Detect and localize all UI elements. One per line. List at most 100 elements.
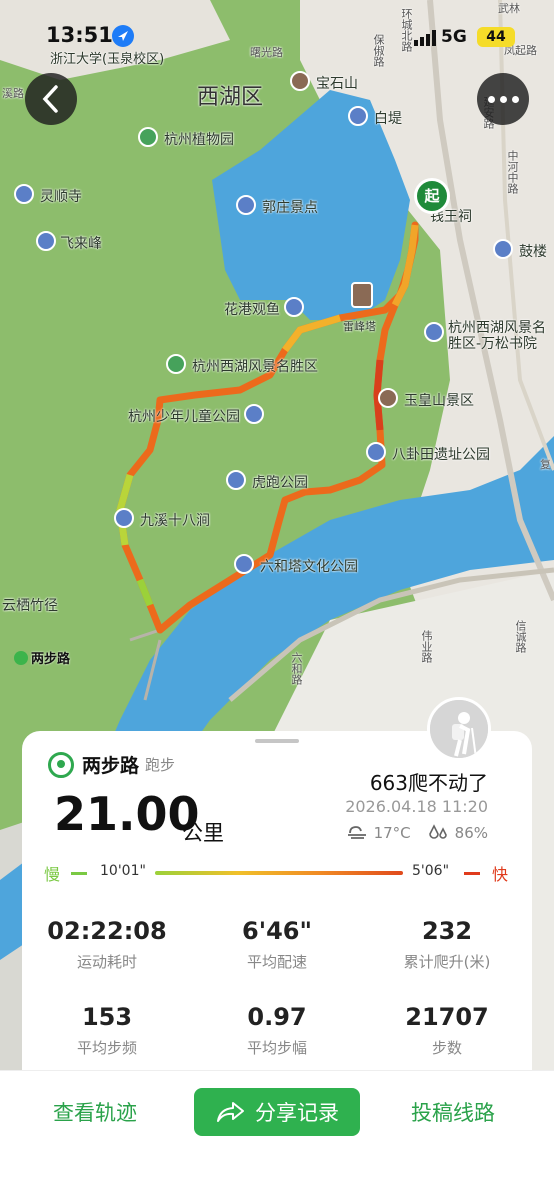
hiker-icon	[430, 700, 488, 758]
fog-icon	[347, 826, 366, 839]
poi-icon	[284, 297, 304, 317]
bottom-action-bar: 查看轨迹 分享记录 投稿线路	[0, 1070, 554, 1199]
slow-pace: 10'01"	[100, 863, 146, 879]
stat-value: 6'46"	[242, 917, 312, 945]
map-label-baidi: 白堤	[374, 111, 402, 127]
road-label: 复	[540, 458, 551, 471]
park-icon	[138, 127, 158, 147]
chevron-left-icon	[42, 85, 58, 113]
pagoda-icon	[351, 282, 373, 308]
location-icon	[112, 25, 134, 47]
share-button-label: 分享记录	[255, 1101, 339, 1125]
network-type: 5G	[441, 27, 467, 47]
stat-value: 232	[421, 917, 473, 945]
weather: 17°C 86%	[346, 824, 488, 842]
poi-icon	[348, 106, 368, 126]
fast-pace: 5'06"	[412, 863, 450, 879]
back-button[interactable]	[25, 73, 77, 125]
slow-color-swatch	[71, 872, 87, 875]
more-icon	[487, 95, 519, 103]
map-label-bagua: 八卦田遗址公园	[392, 447, 490, 463]
more-button[interactable]	[477, 73, 529, 125]
road-label: 六和路	[290, 652, 303, 685]
stat-value: 153	[81, 1003, 133, 1031]
map-label-huagang: 花港观鱼	[224, 302, 280, 318]
stat-duration: 02:22:08 运动耗时	[22, 917, 192, 972]
stat-steps: 21707 步数	[362, 1003, 532, 1058]
map-label-leifeng: 雷峰塔	[343, 320, 376, 333]
summary-card: 两步路 跑步 21.00 公里 663爬不动了 2026.04.18 11:20…	[22, 697, 532, 1070]
road-label: 溪路	[2, 87, 24, 100]
start-marker: 起	[414, 178, 450, 214]
share-button[interactable]: 分享记录	[194, 1088, 360, 1136]
map-label-jiuxi: 九溪十八涧	[140, 513, 210, 529]
temple-icon	[14, 184, 34, 204]
poi-icon	[226, 470, 246, 490]
brand: 两步路 跑步	[48, 751, 175, 778]
road-label: 伟业路	[420, 630, 433, 663]
username: 663爬不动了	[369, 771, 488, 795]
map-logo-text: 两步路	[31, 652, 71, 667]
stat-avg-pace: 6'46" 平均配速	[192, 917, 362, 972]
distance-unit: 公里	[182, 821, 224, 845]
poi-icon	[366, 442, 386, 462]
pace-legend: 慢 10'01" 5'06" 快	[22, 861, 532, 885]
status-bar: 13:51 5G 44	[0, 0, 554, 70]
slow-label: 慢	[44, 865, 61, 884]
poi-icon	[114, 508, 134, 528]
map-label-lingshun: 灵顺寺	[40, 189, 82, 205]
map-label-liuhe: 六和塔文化公园	[260, 559, 358, 575]
map-label-feilaifeng: 飞来峰	[60, 236, 102, 252]
fast-color-swatch	[464, 872, 480, 875]
map-logo: 两步路	[14, 648, 70, 667]
battery-indicator: 44	[477, 27, 515, 47]
stat-label: 平均配速	[246, 953, 307, 971]
district-label: 西湖区	[197, 85, 264, 110]
humidity-icon	[428, 824, 447, 839]
stat-elevation-gain: 232 累计爬升(米)	[362, 917, 532, 972]
map-label-children-park: 杭州少年儿童公园	[128, 409, 240, 425]
status-time: 13:51	[46, 23, 113, 47]
poi-icon	[493, 239, 513, 259]
road-label: 信诚路	[514, 620, 527, 653]
park-icon	[166, 354, 186, 374]
map-label-guozhuang: 郭庄景点	[262, 200, 318, 216]
stat-label: 步数	[431, 1039, 462, 1057]
submit-route-button[interactable]: 投稿线路	[411, 1097, 495, 1127]
humidity: 86%	[454, 824, 488, 842]
fast-label: 快	[492, 865, 509, 884]
poi-icon	[244, 404, 264, 424]
record-datetime: 2026.04.18 11:20	[345, 797, 488, 816]
map-label-yunqi: 云栖竹径	[2, 598, 58, 614]
stat-label: 平均步频	[76, 1039, 137, 1057]
map-label-yuhuangshan: 玉皇山景区	[404, 393, 474, 409]
mountain-icon	[290, 71, 310, 91]
sport-type: 跑步	[145, 756, 176, 774]
brand-logo-icon	[48, 751, 74, 778]
map-label-baoshishan: 宝石山	[316, 76, 358, 92]
avatar[interactable]	[427, 697, 491, 761]
view-track-button[interactable]: 查看轨迹	[53, 1097, 137, 1127]
stat-cadence: 153 平均步频	[22, 1003, 192, 1058]
stat-label: 平均步幅	[246, 1039, 307, 1057]
map-label-hupao: 虎跑公园	[252, 475, 308, 491]
stat-value: 21707	[405, 1003, 489, 1031]
stat-value: 0.97	[247, 1003, 307, 1031]
poi-icon	[234, 554, 254, 574]
distance-value: 21.00	[54, 787, 200, 841]
poi-icon	[236, 195, 256, 215]
poi-icon	[424, 322, 444, 342]
temperature: 17°C	[373, 824, 411, 842]
map-label-scenic: 杭州西湖风景名胜区	[192, 359, 318, 375]
stat-value: 02:22:08	[47, 917, 167, 945]
pace-gradient-bar	[155, 871, 403, 875]
map-label-wansong: 杭州西湖风景名胜区-万松书院	[448, 320, 546, 352]
map-label-botanical: 杭州植物园	[164, 132, 234, 148]
poi-icon	[36, 231, 56, 251]
share-icon	[217, 1102, 244, 1122]
drag-handle[interactable]	[255, 739, 299, 743]
brand-name: 两步路	[82, 755, 140, 777]
stat-label: 累计爬升(米)	[403, 953, 491, 971]
road-label: 中河中路	[506, 150, 519, 194]
stat-label: 运动耗时	[76, 953, 137, 971]
